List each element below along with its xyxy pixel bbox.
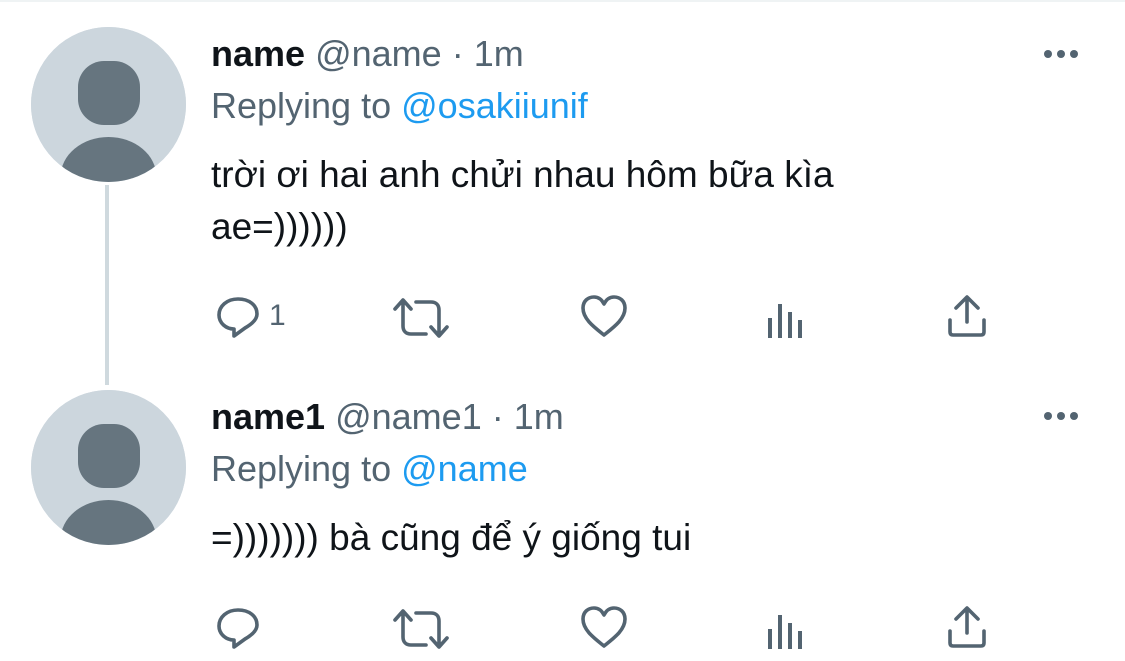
tweet-header: name1 @name1 · 1m [211, 395, 564, 439]
avatar[interactable] [31, 27, 186, 182]
like-button[interactable] [580, 603, 628, 651]
more-options-button[interactable] [1040, 405, 1082, 427]
replying-to-mention[interactable]: @name [401, 448, 528, 489]
retweet-button[interactable] [392, 605, 450, 653]
retweet-icon [393, 298, 449, 338]
default-avatar-icon [31, 27, 186, 182]
views-icon [768, 615, 802, 649]
timestamp[interactable]: 1m [514, 396, 564, 437]
more-horizontal-icon [1044, 50, 1078, 58]
retweet-button[interactable] [392, 294, 450, 342]
views-button[interactable] [767, 607, 805, 655]
share-button[interactable] [946, 292, 988, 340]
reply-button[interactable] [215, 603, 269, 651]
reply-icon [217, 297, 259, 338]
replying-to-mention[interactable]: @osakiiunif [401, 85, 588, 126]
tweet-text-line: =))))))) bà cũng để ý giống tui [211, 517, 692, 558]
handle[interactable]: @name [315, 33, 442, 74]
default-avatar-icon [31, 390, 186, 545]
views-icon [768, 304, 802, 338]
heart-icon [581, 606, 627, 648]
thread-connector-line [105, 185, 109, 385]
reply-icon [217, 608, 259, 649]
handle[interactable]: @name1 [335, 396, 482, 437]
reply-button[interactable]: 1 [215, 292, 286, 340]
tweet-text: trời ơi hai anh chửi nhau hôm bữa kìa ae… [211, 149, 991, 253]
top-divider [0, 0, 1125, 2]
thread-view: name @name · 1m Replying to @osakiiunif … [0, 0, 1125, 661]
avatar[interactable] [31, 390, 186, 545]
more-options-button[interactable] [1040, 43, 1082, 65]
display-name[interactable]: name [211, 33, 305, 74]
replying-to-line: Replying to @osakiiunif [211, 84, 588, 128]
like-button[interactable] [580, 292, 628, 340]
heart-icon [581, 295, 627, 337]
reply-count: 1 [269, 299, 286, 332]
share-button[interactable] [946, 603, 988, 651]
replying-to-line: Replying to @name [211, 447, 528, 491]
tweet-header: name @name · 1m [211, 32, 524, 76]
replying-to-label: Replying to [211, 85, 392, 126]
replying-to-label: Replying to [211, 448, 392, 489]
separator-dot: · [451, 33, 464, 74]
views-button[interactable] [767, 296, 805, 344]
timestamp[interactable]: 1m [474, 33, 524, 74]
share-icon [948, 295, 986, 337]
tweet-text-line: trời ơi hai anh chửi nhau hôm bữa kìa [211, 154, 834, 195]
share-icon [948, 606, 986, 648]
tweet-text: =))))))) bà cũng để ý giống tui [211, 512, 991, 564]
display-name[interactable]: name1 [211, 396, 325, 437]
more-horizontal-icon [1044, 412, 1078, 420]
separator-dot: · [491, 396, 504, 437]
retweet-icon [393, 609, 449, 649]
tweet-text-line: ae=)))))) [211, 206, 348, 247]
